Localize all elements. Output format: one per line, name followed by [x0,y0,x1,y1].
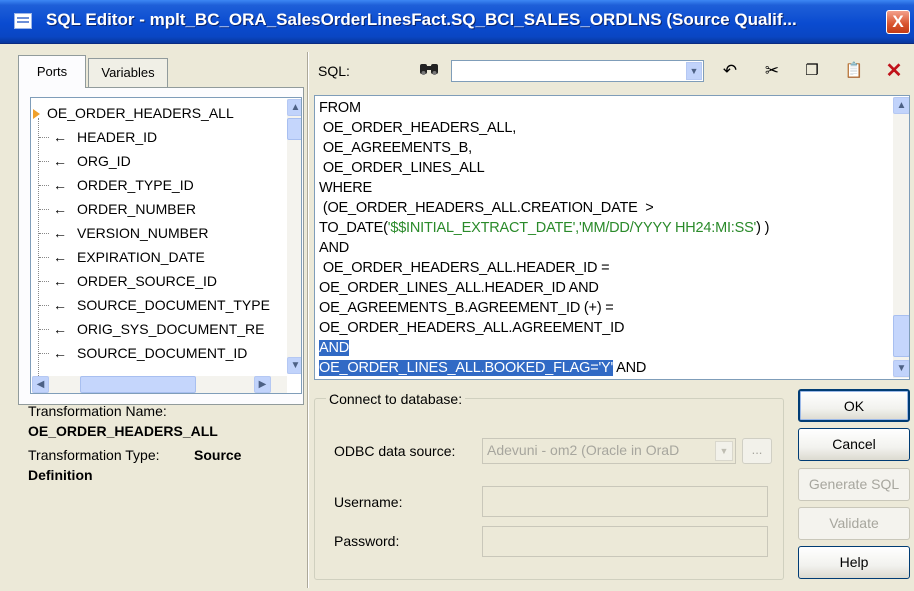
transformation-type-label: Transformation Type: [28,447,160,463]
sql-line: OE_ORDER_HEADERS_ALL, [319,120,517,136]
sql-line: OE_ORDER_LINES_ALL [319,160,485,176]
paste-icon[interactable]: 📋 [842,60,866,82]
transformation-name-label: Transformation Name: [28,403,167,419]
sql-line: OE_ORDER_LINES_ALL.BOOKED_FLAG='Y' AND [319,360,647,376]
username-label: Username: [334,494,403,510]
transformation-type-value-cont: Definition [28,467,93,483]
tree-vscroll-thumb[interactable] [287,118,301,140]
scroll-up-icon[interactable]: ▲ [893,97,909,114]
port-arrow-icon: ← [53,321,67,337]
sql-line: OE_AGREEMENTS_B, [319,140,472,156]
tree-root-label: OE_ORDER_HEADERS_ALL [45,102,236,124]
transformation-name-value: OE_ORDER_HEADERS_ALL [28,423,218,439]
find-input[interactable]: ▼ [451,60,704,82]
tree-item[interactable]: ← EXPIRATION_DATE [31,246,205,268]
odbc-select[interactable]: Adevuni - om2 (Oracle in OraD ▼ [482,438,736,464]
window-icon [14,13,32,29]
sql-line: OE_AGREEMENTS_B.AGREEMENT_ID (+) = [319,300,614,316]
sql-line: WHERE [319,180,372,196]
password-label: Password: [334,533,400,549]
ports-tree[interactable]: OE_ORDER_HEADERS_ALL ← HEADER_ID ← ORG_ID … [30,97,302,394]
undo-icon[interactable]: ↶ [718,60,742,82]
port-arrow-icon: ← [53,249,67,265]
tree-item[interactable]: ← HEADER_ID [31,126,157,148]
delete-icon[interactable]: ✕ [882,60,906,82]
scroll-down-icon[interactable]: ▼ [287,357,301,374]
sql-vertical-scrollbar[interactable]: ▲ ▼ [893,97,909,378]
sql-line: AND [319,338,349,358]
transformation-type-value: Source [194,447,242,463]
sql-line: OE_ORDER_LINES_ALL.HEADER_ID AND [319,280,599,296]
tab-ports[interactable]: Ports [18,55,86,88]
port-arrow-icon: ← [53,273,67,289]
odbc-label: ODBC data source: [334,443,456,459]
help-button[interactable]: Help [798,546,910,579]
sql-selection: AND [319,340,350,356]
tree-item[interactable]: ← ORIG_SYS_DOCUMENT_RE [31,318,264,340]
tree-item[interactable]: ← VERSION_NUMBER [31,222,208,244]
tree-hscroll-thumb[interactable] [80,376,196,393]
tree-item[interactable]: ← ORDER_SOURCE_ID [31,270,217,292]
close-button[interactable]: X [886,10,910,34]
port-arrow-icon: ← [53,201,67,217]
sql-label: SQL: [318,63,350,79]
odbc-value: Adevuni - om2 (Oracle in OraD [487,442,680,458]
port-arrow-icon: ← [53,297,67,313]
sql-string-literal: '$$INITIAL_EXTRACT_DATE','MM/DD/YYYY HH2… [387,220,757,236]
tree-item[interactable]: ← ORDER_NUMBER [31,198,196,220]
username-input[interactable] [482,486,768,517]
port-arrow-icon: ← [53,225,67,241]
port-arrow-icon: ← [53,177,67,193]
sql-line: AND [319,240,350,256]
odbc-browse-button[interactable]: ... [742,438,772,464]
scroll-down-icon[interactable]: ▼ [893,360,909,377]
sql-line: FROM [319,100,361,116]
sql-editor[interactable]: FROM OE_ORDER_HEADERS_ALL, OE_AGREEMENTS… [314,95,910,380]
window-title: SQL Editor - mplt_BC_ORA_SalesOrderLines… [46,10,797,29]
chevron-down-icon[interactable]: ▼ [686,62,702,80]
tree-horizontal-scrollbar[interactable]: ◀ ▶ [32,376,287,393]
source-marker-icon [33,109,40,119]
tree-root-item[interactable]: OE_ORDER_HEADERS_ALL [31,102,236,124]
validate-button[interactable]: Validate [798,507,910,540]
panel-divider [307,52,309,588]
tree-item[interactable]: ← ORDER_TYPE_ID [31,174,194,196]
connect-legend: Connect to database: [326,391,466,407]
tree-item[interactable]: ← SOURCE_DOCUMENT_TYPE [31,294,270,316]
port-arrow-icon: ← [53,129,67,145]
sql-selection: OE_ORDER_LINES_ALL.BOOKED_FLAG='Y' [319,360,614,376]
sql-line: OE_ORDER_HEADERS_ALL.AGREEMENT_ID [319,320,625,336]
ok-button[interactable]: OK [798,389,910,422]
chevron-down-icon[interactable]: ▼ [715,441,733,461]
sql-line: (OE_ORDER_HEADERS_ALL.CREATION_DATE > [319,200,654,216]
tree-item[interactable]: ← SOURCE_DOCUMENT_ID [31,342,247,364]
tab-variables[interactable]: Variables [88,58,168,88]
sql-line: TO_DATE('$$INITIAL_EXTRACT_DATE','MM/DD/… [319,220,770,236]
scroll-up-icon[interactable]: ▲ [287,99,301,116]
scroll-right-icon[interactable]: ▶ [254,376,271,393]
port-arrow-icon: ← [53,345,67,361]
title-bar[interactable]: SQL Editor - mplt_BC_ORA_SalesOrderLines… [0,0,914,44]
copy-icon[interactable]: ❐ [800,60,824,82]
password-input[interactable] [482,526,768,557]
tree-vertical-scrollbar[interactable]: ▲ ▼ [287,99,301,374]
cancel-button[interactable]: Cancel [798,428,910,461]
sql-vscroll-thumb[interactable] [893,315,909,357]
port-arrow-icon: ← [53,153,67,169]
generate-sql-button[interactable]: Generate SQL [798,468,910,501]
sql-line: OE_ORDER_HEADERS_ALL.HEADER_ID = [319,260,610,276]
cut-icon[interactable]: ✂ [760,60,784,82]
scroll-left-icon[interactable]: ◀ [32,376,49,393]
tree-item[interactable]: ← ORG_ID [31,150,131,172]
binoculars-icon[interactable] [418,60,442,80]
